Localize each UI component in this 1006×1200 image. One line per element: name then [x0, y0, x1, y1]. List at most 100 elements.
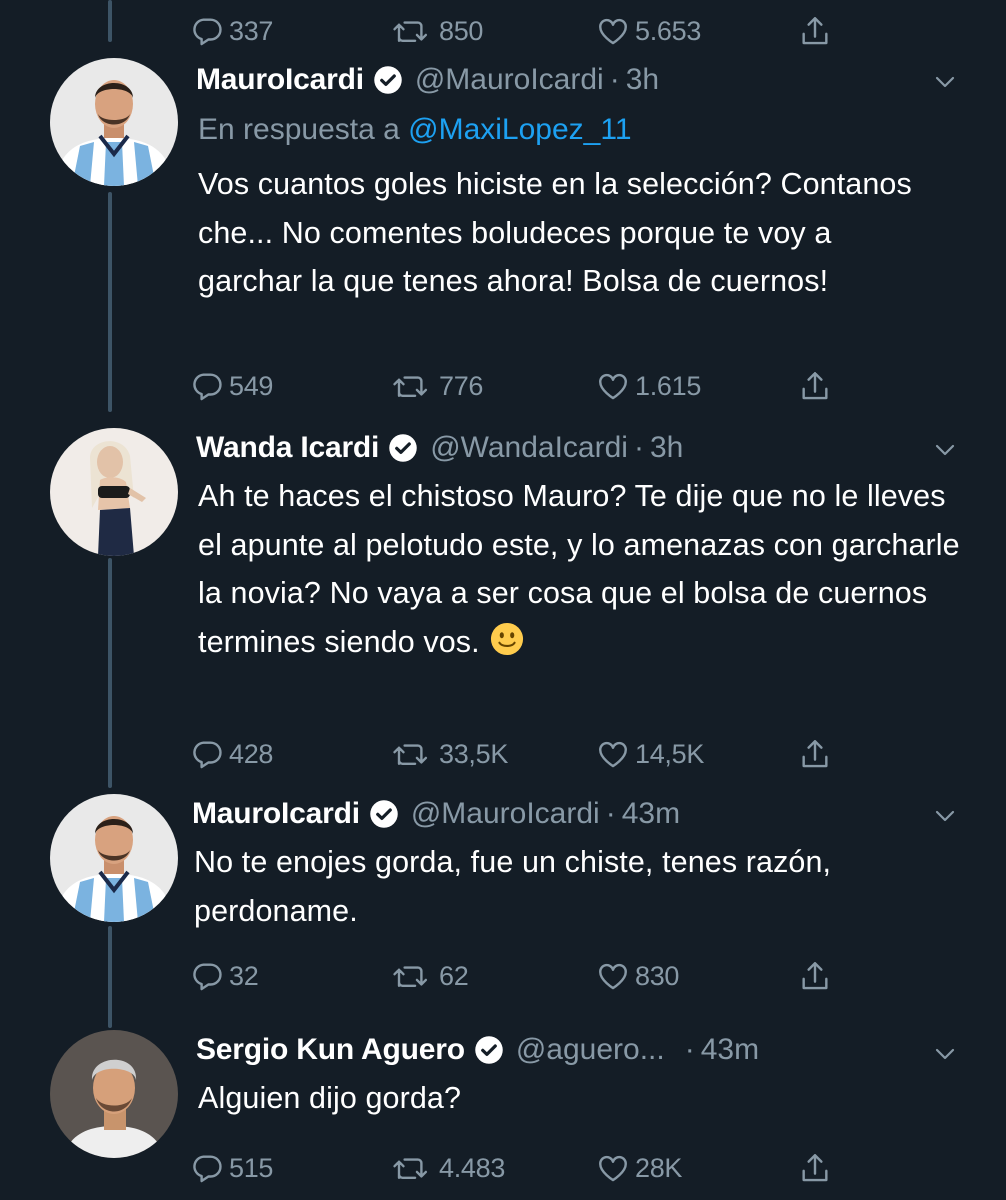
display-name[interactable]: MauroIcardi: [192, 797, 360, 831]
reply-icon: [193, 741, 222, 769]
avatar-image: [50, 1030, 178, 1158]
share-icon: [802, 1154, 828, 1182]
timestamp[interactable]: 3h: [626, 63, 659, 97]
reply-count: 549: [229, 370, 274, 401]
tweet-header: Sergio Kun Aguero @aguero... · 43m: [196, 1030, 759, 1070]
like-count: 5.653: [635, 15, 702, 46]
separator: ·: [609, 63, 620, 96]
retweet-button[interactable]: 776: [392, 366, 483, 406]
retweet-button[interactable]: 850: [392, 11, 483, 51]
retweet-count: 62: [439, 960, 469, 991]
share-button[interactable]: [798, 366, 832, 406]
retweet-icon: [393, 966, 428, 987]
thread-line: [108, 926, 112, 1028]
verified-badge-icon: [370, 800, 398, 828]
display-name[interactable]: MauroIcardi: [196, 63, 364, 97]
timeline: 337 850 5.653 MauroIcardi @MauroIcardi ·…: [0, 0, 1006, 1200]
reply-count: 515: [229, 1152, 274, 1183]
share-button[interactable]: [798, 11, 832, 51]
share-icon: [802, 17, 828, 45]
share-button[interactable]: [798, 1148, 832, 1188]
thread-line: [108, 0, 112, 42]
like-button[interactable]: 5.653: [596, 11, 701, 51]
avatar-image: [50, 794, 178, 922]
reply-count: 337: [229, 15, 274, 46]
tweet-text-content: Ah te haces el chistoso Mauro? Te dije q…: [198, 479, 960, 659]
retweet-icon: [393, 1158, 428, 1179]
handle[interactable]: @WandaIcardi: [430, 431, 628, 465]
chevron-down-icon[interactable]: [930, 72, 960, 92]
retweet-button[interactable]: 4.483: [392, 1148, 505, 1188]
timestamp[interactable]: 3h: [650, 431, 683, 465]
separator: ·: [684, 1033, 695, 1066]
like-count: 830: [635, 960, 680, 991]
like-count: 1.615: [635, 370, 702, 401]
reply-button[interactable]: 337: [190, 11, 273, 51]
chevron-down-icon[interactable]: [930, 806, 960, 826]
avatar[interactable]: [50, 794, 178, 922]
reply-icon: [193, 18, 222, 46]
like-button[interactable]: 1.615: [596, 366, 701, 406]
tweet-header: MauroIcardi @MauroIcardi · 3h: [196, 60, 659, 100]
slightly-smiling-face-icon: [490, 622, 523, 655]
like-count: 14,5K: [635, 738, 705, 769]
heart-icon: [599, 741, 627, 768]
avatar[interactable]: [50, 428, 178, 556]
retweet-icon: [393, 744, 428, 765]
avatar-image: [50, 428, 178, 556]
tweet-actions: 32 62 830: [190, 956, 850, 996]
share-icon: [802, 740, 828, 768]
tweet-actions: 515 4.483 28K: [190, 1148, 850, 1188]
thread-line: [108, 192, 112, 412]
separator: ·: [605, 797, 616, 830]
retweet-count: 33,5K: [439, 738, 509, 769]
reply-button[interactable]: 515: [190, 1148, 273, 1188]
chevron-down-icon[interactable]: [930, 440, 960, 460]
share-button[interactable]: [798, 956, 832, 996]
display-name[interactable]: Wanda Icardi: [196, 431, 379, 465]
tweet-text: Vos cuantos goles hiciste en la selecció…: [198, 167, 912, 298]
thread-line: [108, 558, 112, 788]
tweet-text: Ah te haces el chistoso Mauro? Te dije q…: [198, 472, 968, 666]
tweet-header: MauroIcardi @MauroIcardi · 43m: [192, 794, 680, 834]
reply-button[interactable]: 32: [190, 956, 259, 996]
handle[interactable]: @MauroIcardi: [415, 63, 604, 97]
avatar[interactable]: [50, 1030, 178, 1158]
reply-button[interactable]: 428: [190, 734, 273, 774]
reply-count: 32: [229, 960, 259, 991]
reply-icon: [193, 963, 222, 991]
mention-link[interactable]: @MaxiLopez_11: [408, 113, 631, 146]
heart-icon: [599, 18, 627, 45]
like-button[interactable]: 830: [596, 956, 679, 996]
handle[interactable]: @MauroIcardi: [411, 797, 600, 831]
tweet-text: Alguien dijo gorda?: [198, 1081, 462, 1115]
like-button[interactable]: 28K: [596, 1148, 682, 1188]
timestamp[interactable]: 43m: [622, 797, 680, 831]
retweet-icon: [393, 21, 428, 42]
reply-to-label: En respuesta a: [198, 113, 400, 146]
reply-icon: [193, 1155, 222, 1183]
retweet-button[interactable]: 33,5K: [392, 734, 508, 774]
display-name[interactable]: Sergio Kun Aguero: [196, 1033, 465, 1067]
like-button[interactable]: 14,5K: [596, 734, 704, 774]
tweet-actions: 549 776 1.615: [190, 366, 850, 406]
heart-icon: [599, 1155, 627, 1182]
heart-icon: [599, 373, 627, 400]
share-button[interactable]: [798, 734, 832, 774]
verified-badge-icon: [374, 66, 402, 94]
retweet-count: 4.483: [439, 1152, 506, 1183]
share-icon: [802, 372, 828, 400]
reply-count: 428: [229, 738, 274, 769]
retweet-button[interactable]: 62: [392, 956, 469, 996]
avatar-image: [50, 58, 178, 186]
timestamp[interactable]: 43m: [701, 1033, 759, 1067]
separator: ·: [633, 431, 644, 464]
tweet-text: No te enojes gorda, fue un chiste, tenes…: [194, 845, 832, 928]
chevron-down-icon[interactable]: [930, 1044, 960, 1064]
heart-icon: [599, 963, 627, 990]
handle[interactable]: @aguero...: [516, 1033, 665, 1067]
reply-button[interactable]: 549: [190, 366, 273, 406]
tweet-actions: 428 33,5K 14,5K: [190, 734, 850, 774]
avatar[interactable]: [50, 58, 178, 186]
retweet-count: 776: [439, 370, 484, 401]
